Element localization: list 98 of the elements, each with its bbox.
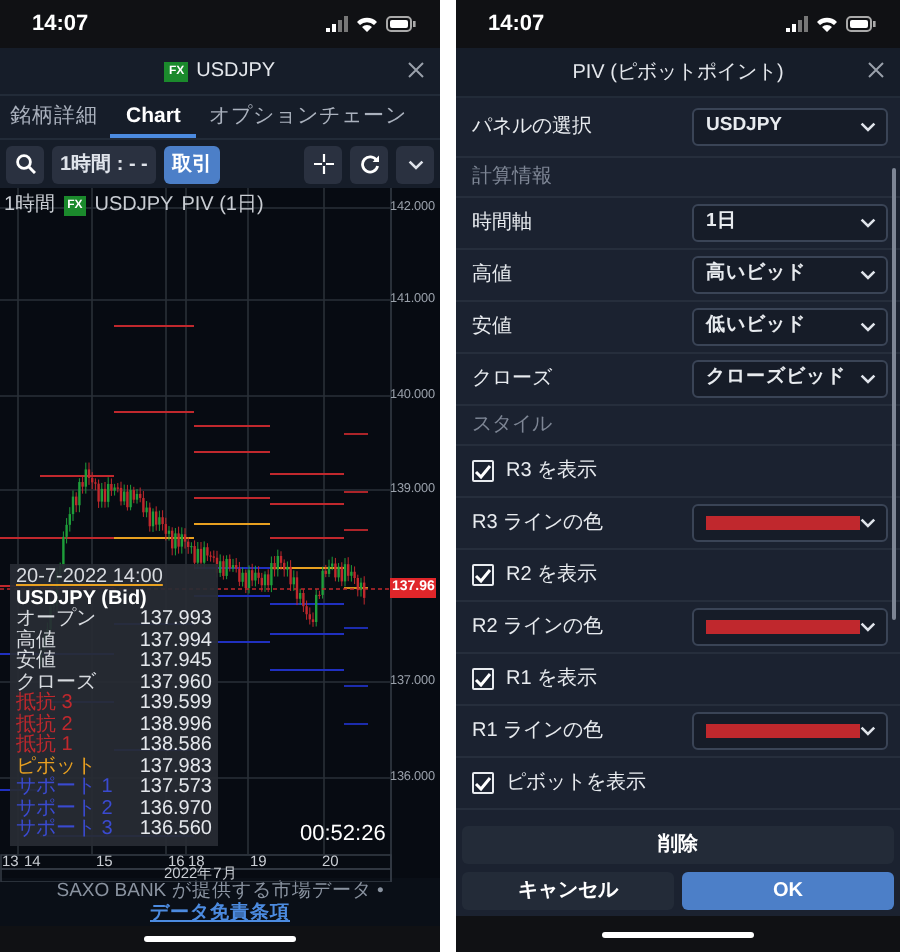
panel-title: PIV (ピボットポイント) xyxy=(572,59,784,87)
tooltip-value: 136.560 xyxy=(139,820,212,841)
tooltip-value: 138.996 xyxy=(139,715,212,736)
tooltip-label: サポート 3 xyxy=(16,820,113,841)
tooltip-value: 136.970 xyxy=(139,799,212,820)
status-time: 14:07 xyxy=(488,9,545,40)
color-dropdown[interactable] xyxy=(692,504,888,542)
dropdown[interactable]: 高いビッド xyxy=(692,256,888,294)
tab[interactable]: 銘柄詳細 xyxy=(6,96,102,138)
refresh-icon xyxy=(359,154,379,174)
field-label: パネルの選択 xyxy=(472,114,592,142)
timer-text: 00:52:26 xyxy=(300,820,386,850)
checkbox-label: R1 を表示 xyxy=(506,665,598,694)
check-icon xyxy=(474,671,492,687)
field-label: 安値 xyxy=(472,313,512,342)
tooltip-value: 137.983 xyxy=(139,757,212,778)
dropdown[interactable]: クローズビッド xyxy=(692,360,888,398)
close-icon[interactable] xyxy=(868,62,884,78)
scrollbar[interactable] xyxy=(892,168,896,620)
tooltip-label: ピボット xyxy=(16,757,96,777)
chart-panel[interactable] xyxy=(0,188,440,878)
check-icon xyxy=(474,775,492,791)
tooltip-label: 抵抗 1 xyxy=(16,736,73,756)
checkbox[interactable] xyxy=(472,668,494,690)
signal-icon xyxy=(326,16,348,32)
status-time: 14:07 xyxy=(32,9,89,40)
refresh-button[interactable] xyxy=(350,145,388,183)
tooltip-value: 137.993 xyxy=(139,610,212,631)
tooltip-value: 139.599 xyxy=(139,694,212,715)
ok-button[interactable]: OK xyxy=(682,872,894,910)
signal-icon xyxy=(786,16,808,32)
dropdown[interactable]: 1日 xyxy=(692,204,888,242)
tooltip-label: 抵抗 2 xyxy=(16,715,73,735)
checkbox[interactable] xyxy=(472,564,494,586)
search-icon xyxy=(15,154,35,174)
field-label: R3 ラインの色 xyxy=(472,510,604,538)
field-label: R1 ラインの色 xyxy=(472,718,604,746)
dropdown[interactable]: 低いビッド xyxy=(692,308,888,346)
chevron-down-icon xyxy=(860,270,876,280)
chevron-down-icon xyxy=(860,622,876,632)
tooltip-label: 安値 xyxy=(16,652,56,673)
tooltip-value: 137.994 xyxy=(139,631,212,652)
chevron-down-icon xyxy=(860,218,876,228)
checkbox-label: R3 を表示 xyxy=(506,457,598,486)
expand-button[interactable] xyxy=(396,145,434,183)
tab[interactable]: オプションチェーン xyxy=(204,96,411,138)
crosshair-icon xyxy=(313,154,333,174)
tooltip-value: 137.945 xyxy=(139,652,212,673)
delete-button[interactable]: 削除 xyxy=(462,826,894,864)
section-heading: スタイル xyxy=(472,412,552,440)
tooltip-label: サポート 2 xyxy=(16,799,113,819)
separator-dot: • xyxy=(376,880,384,902)
chevron-down-icon xyxy=(860,374,876,384)
field-label: 高値 xyxy=(472,261,512,290)
legend-symbol: USDJPY xyxy=(94,192,174,220)
trade-button[interactable]: 取引 xyxy=(163,145,220,183)
section-heading: 計算情報 xyxy=(472,163,552,192)
legend-timeframe: 1時間 xyxy=(4,191,56,220)
chevron-down-icon xyxy=(860,726,876,736)
timeframe-button[interactable]: 1時間 : - - xyxy=(52,145,156,183)
field-label: 時間軸 xyxy=(472,209,532,238)
disclaimer-link[interactable]: データ免責条項 xyxy=(150,902,290,924)
field-label: クローズ xyxy=(472,366,552,394)
check-icon xyxy=(474,567,492,583)
field-label: R2 ラインの色 xyxy=(472,614,604,642)
battery-icon xyxy=(846,16,876,32)
tooltip-title: USDJPY (Bid) xyxy=(16,589,147,609)
color-dropdown[interactable] xyxy=(692,608,888,646)
chevron-down-icon xyxy=(407,159,423,169)
tooltip-value: 138.586 xyxy=(139,736,212,757)
wifi-icon xyxy=(816,16,838,32)
crosshair-button[interactable] xyxy=(304,145,342,183)
check-icon xyxy=(474,463,492,479)
color-dropdown[interactable] xyxy=(692,712,888,750)
chevron-down-icon xyxy=(860,122,876,132)
close-icon[interactable] xyxy=(408,62,424,78)
tooltip-value: 137.573 xyxy=(139,778,212,799)
checkbox[interactable] xyxy=(472,772,494,794)
checkbox-label: R2 を表示 xyxy=(506,561,598,590)
wifi-icon xyxy=(356,16,378,32)
checkbox[interactable] xyxy=(472,460,494,482)
symbol-title: USDJPY xyxy=(196,58,276,86)
checkbox-label: ピボットを表示 xyxy=(506,769,646,798)
chevron-down-icon xyxy=(860,518,876,528)
cancel-button[interactable]: キャンセル xyxy=(462,872,674,910)
tooltip-label: オープン xyxy=(16,610,96,630)
search-button[interactable] xyxy=(6,145,44,183)
tooltip-date: 20-7-2022 14:00 xyxy=(16,568,165,589)
tooltip-label: 高値 xyxy=(16,631,56,651)
legend-indicator: PIV (1日) xyxy=(181,192,264,220)
footer-text: SAXO BANK が提供する市場データ xyxy=(56,880,372,902)
tooltip-label: クローズ xyxy=(16,673,96,693)
battery-icon xyxy=(386,16,416,32)
tooltip-label: サポート 1 xyxy=(16,778,113,798)
tooltip-label: 抵抗 3 xyxy=(16,694,73,714)
dropdown[interactable]: USDJPY xyxy=(692,108,888,146)
tooltip-value: 137.960 xyxy=(139,673,212,694)
chevron-down-icon xyxy=(860,322,876,332)
